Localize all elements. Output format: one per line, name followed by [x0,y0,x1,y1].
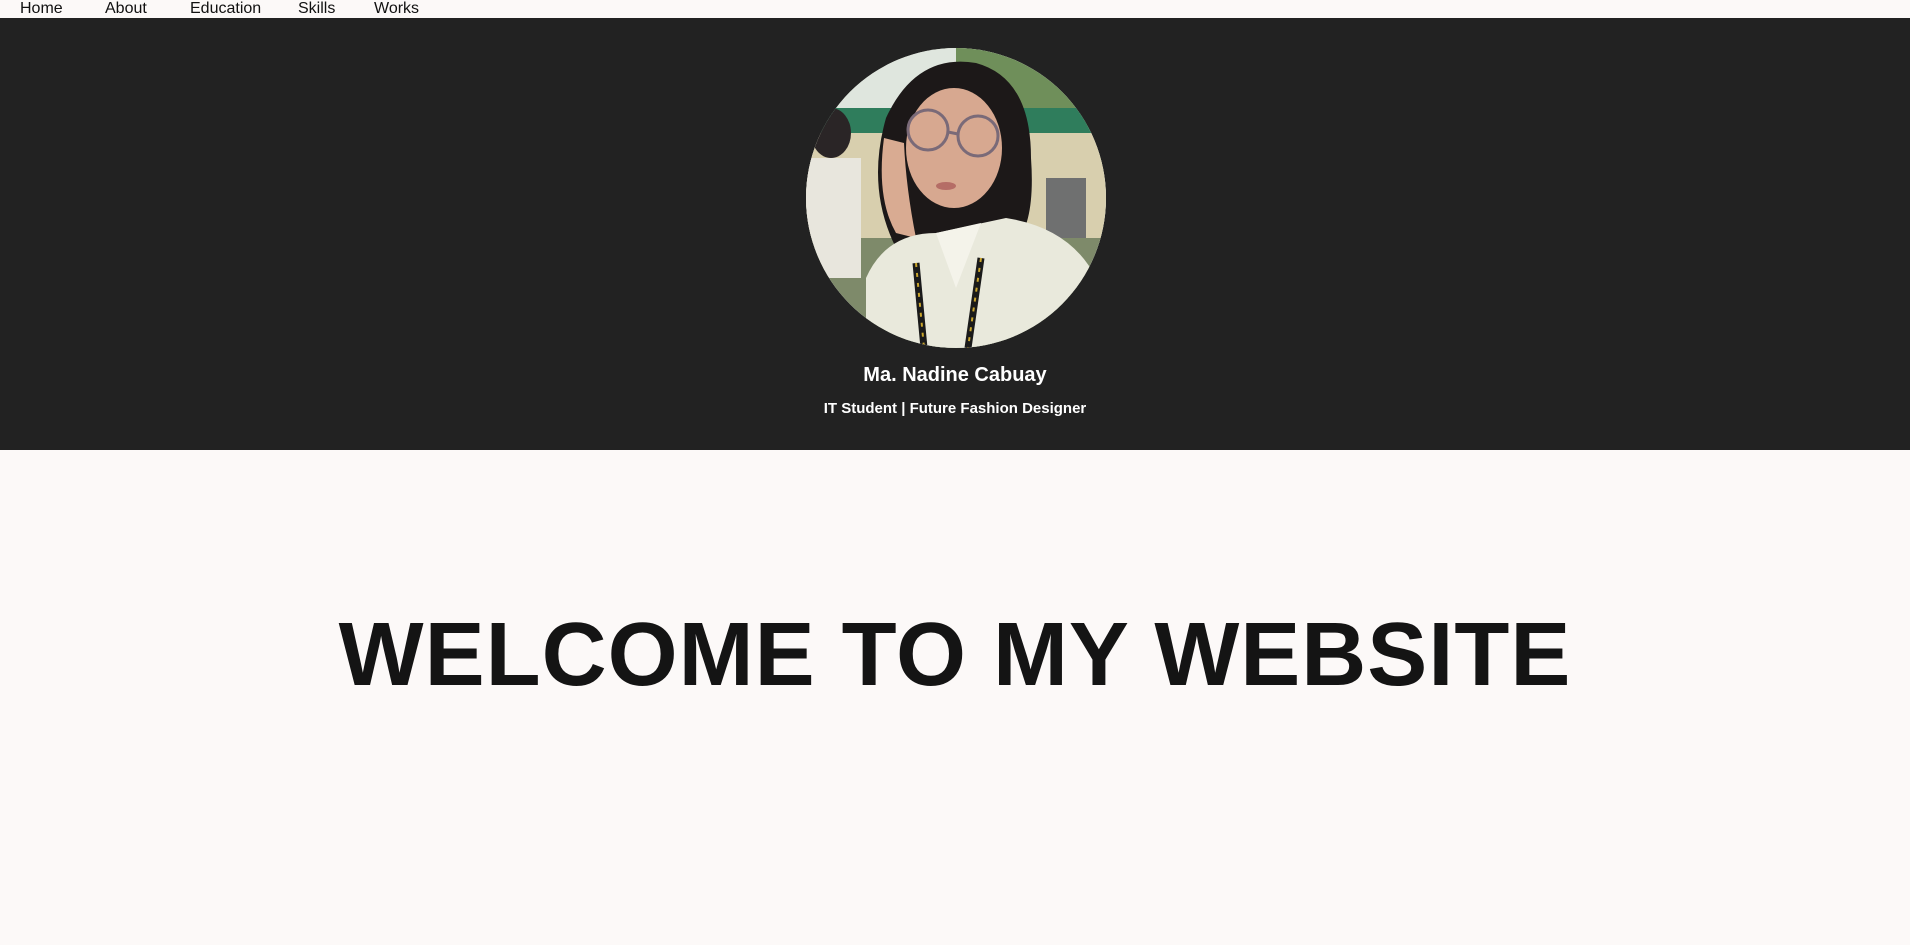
nav-link-skills[interactable]: Skills [298,0,335,18]
hero-section: Ma. Nadine Cabuay IT Student | Future Fa… [0,18,1910,450]
nav-link-works[interactable]: Works [374,0,419,18]
profile-name: Ma. Nadine Cabuay [863,364,1047,386]
top-navigation: Home About Education Skills Works [0,0,1910,18]
profile-photo-illustration [806,48,1106,348]
nav-link-about[interactable]: About [105,0,147,18]
welcome-heading: WELCOME TO MY WEBSITE [338,605,1572,706]
nav-link-education[interactable]: Education [190,0,261,18]
nav-link-home[interactable]: Home [20,0,63,18]
profile-photo [806,48,1106,348]
profile-tagline: IT Student | Future Fashion Designer [823,400,1087,417]
